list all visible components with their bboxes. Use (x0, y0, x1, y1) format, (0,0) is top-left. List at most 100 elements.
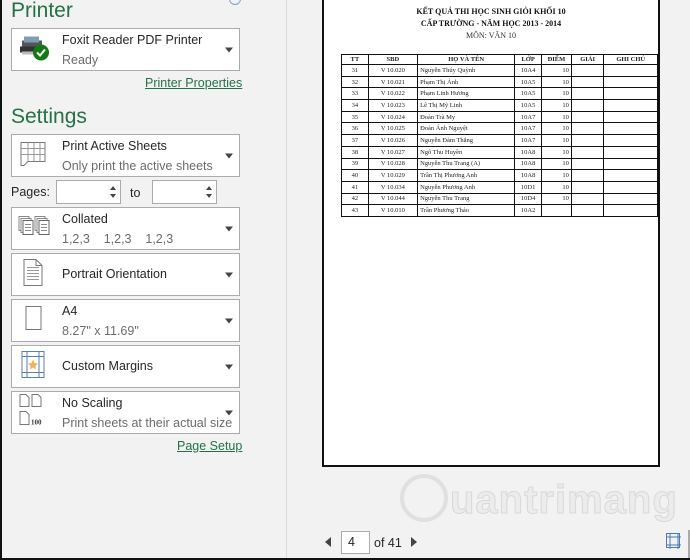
collation-dropdown[interactable]: Collated 1,2,3 1,2,3 1,2,3 (11, 207, 240, 250)
scaling-title: No Scaling (62, 396, 123, 410)
table-cell: Lê Thị Mỹ Linh (417, 99, 516, 112)
table-cell: V 10.026 (367, 134, 419, 147)
table-cell: Nguyễn Phương Anh (417, 180, 516, 194)
table-cell (570, 134, 605, 147)
table-cell: 40 (341, 169, 369, 182)
spin-down-icon[interactable] (110, 194, 116, 198)
table-cell: 34 (341, 99, 369, 112)
table-cell: V 10.044 (367, 192, 419, 206)
settings-section-title: Settings (11, 105, 87, 128)
chevron-down-icon (225, 226, 233, 231)
table-cell: V 10.029 (367, 169, 419, 182)
table-cell (603, 122, 658, 136)
document-subject: MÔN: VĂN 10 (465, 31, 517, 40)
table-cell: Nguyễn Đàm Thắng (417, 134, 516, 147)
column-header: HỌ VÀ TÊN (417, 54, 516, 65)
table-cell: 10A5 (514, 99, 543, 112)
previous-page-button[interactable] (325, 537, 331, 547)
table-cell: 10 (541, 145, 572, 159)
printer-properties-link[interactable]: Printer Properties (145, 76, 242, 90)
printer-status: Ready (62, 53, 99, 67)
table-cell (603, 192, 658, 206)
table-cell: 10 (541, 180, 572, 194)
table-cell: Trần Thị Phương Anh (417, 169, 516, 182)
spin-down-icon[interactable] (206, 194, 212, 198)
spin-up-icon[interactable] (206, 186, 212, 190)
collation-subtitle: 1,2,3 1,2,3 1,2,3 (62, 232, 174, 246)
table-cell: V 10.010 (367, 204, 419, 217)
margins-dropdown[interactable]: Custom Margins (11, 345, 240, 388)
table-cell: Phạm Thị Ánh (417, 75, 516, 89)
table-cell (603, 157, 658, 171)
printer-name: Foxit Reader PDF Printer (62, 33, 203, 47)
document-title-line2: CẤP TRƯỜNG - NĂM HỌC 2013 - 2014 (420, 19, 562, 28)
pages-from-input[interactable] (56, 180, 121, 204)
table-cell (541, 204, 572, 217)
print-what-dropdown[interactable]: Print Active Sheets Only print the activ… (11, 134, 240, 177)
table-row: 34 V 10.023 Lê Thị Mỹ Linh 10A5 10 (341, 99, 658, 112)
table-cell (570, 110, 605, 124)
table-row: 35 V 10.024 Đoàn Trà My 10A7 10 (341, 110, 658, 124)
table-cell: 41 (341, 180, 369, 194)
table-cell: 10 (541, 110, 572, 124)
table-cell: 10A7 (514, 134, 543, 147)
spin-up-icon[interactable] (110, 186, 116, 190)
scaling-dropdown[interactable]: 100 No Scaling Print sheets at their act… (11, 391, 240, 434)
table-row: 40 V 10.029 Trần Thị Phương Anh 10A8 10 (341, 169, 658, 182)
printer-section-title: Printer (11, 0, 73, 22)
table-cell: 32 (341, 75, 369, 89)
table-cell: V 10.028 (367, 157, 419, 171)
table-cell: 10A8 (514, 169, 543, 182)
table-cell: Nguyễn Thúy Quỳnh (417, 64, 516, 77)
table-cell: 10A7 (514, 122, 543, 136)
column-header: SBD (367, 54, 419, 65)
table-cell: 10A8 (514, 157, 543, 171)
table-cell: 10 (541, 99, 572, 112)
table-cell: 38 (341, 145, 369, 159)
chevron-down-icon (225, 318, 233, 323)
table-cell: 10 (541, 134, 572, 147)
table-cell (570, 204, 605, 217)
current-page-input[interactable]: 4 (341, 531, 370, 554)
pages-to-input[interactable] (152, 180, 217, 204)
column-header: GHI CHÚ (603, 54, 658, 65)
printer-dropdown[interactable]: Foxit Reader PDF Printer Ready (11, 28, 240, 71)
scaling-subtitle: Print sheets at their actual size (62, 416, 233, 430)
table-cell: 10A5 (514, 75, 543, 89)
table-cell (570, 169, 605, 182)
portrait-page-icon (18, 257, 48, 292)
table-cell: 10 (541, 64, 572, 77)
table-row: 42 V 10.044 Nguyễn Thu Trang 10D4 10 (341, 192, 658, 206)
print-what-title: Print Active Sheets (62, 139, 167, 153)
orientation-dropdown[interactable]: Portrait Orientation (11, 253, 240, 296)
info-icon[interactable] (229, 0, 241, 5)
paper-size-dropdown[interactable]: A4 8.27" x 11.69" (11, 299, 240, 342)
page-setup-link[interactable]: Page Setup (177, 439, 242, 453)
table-cell: 10 (541, 87, 572, 101)
table-cell: V 10.020 (367, 64, 419, 77)
table-cell: Nguyễn Thu Trang (417, 192, 516, 206)
column-header: GIẢI (570, 54, 605, 65)
table-row: 36 V 10.025 Đoàn Ánh Nguyệt 10A7 10 (341, 122, 658, 136)
custom-margins-icon (18, 349, 48, 384)
chevron-down-icon (225, 410, 233, 415)
collated-pages-icon (18, 214, 52, 243)
table-cell: V 10.034 (367, 180, 419, 194)
results-table: TT SBD HỌ VÀ TÊN LỚP ĐIỂM GIẢI GHI CHÚ 3… (341, 54, 658, 217)
next-page-button[interactable] (411, 537, 417, 547)
table-row: 41 V 10.034 Nguyễn Phương Anh 10D1 10 (341, 180, 658, 194)
table-cell: 37 (341, 134, 369, 147)
table-cell: 10A4 (514, 64, 543, 77)
table-cell: 33 (341, 87, 369, 101)
table-cell (603, 204, 658, 217)
print-settings-panel: Printer Foxit Reader PDF Printer Ready P… (2, 0, 287, 558)
table-cell (570, 99, 605, 112)
table-cell (570, 122, 605, 136)
chevron-down-icon (225, 364, 233, 369)
watermark-text: uantrimang (450, 478, 678, 523)
show-margins-button[interactable] (666, 533, 681, 549)
table-cell: 39 (341, 157, 369, 171)
table-cell: 10A2 (514, 204, 543, 217)
table-cell: Phạm Linh Hương (417, 87, 516, 101)
table-cell: V 10.025 (367, 122, 419, 136)
